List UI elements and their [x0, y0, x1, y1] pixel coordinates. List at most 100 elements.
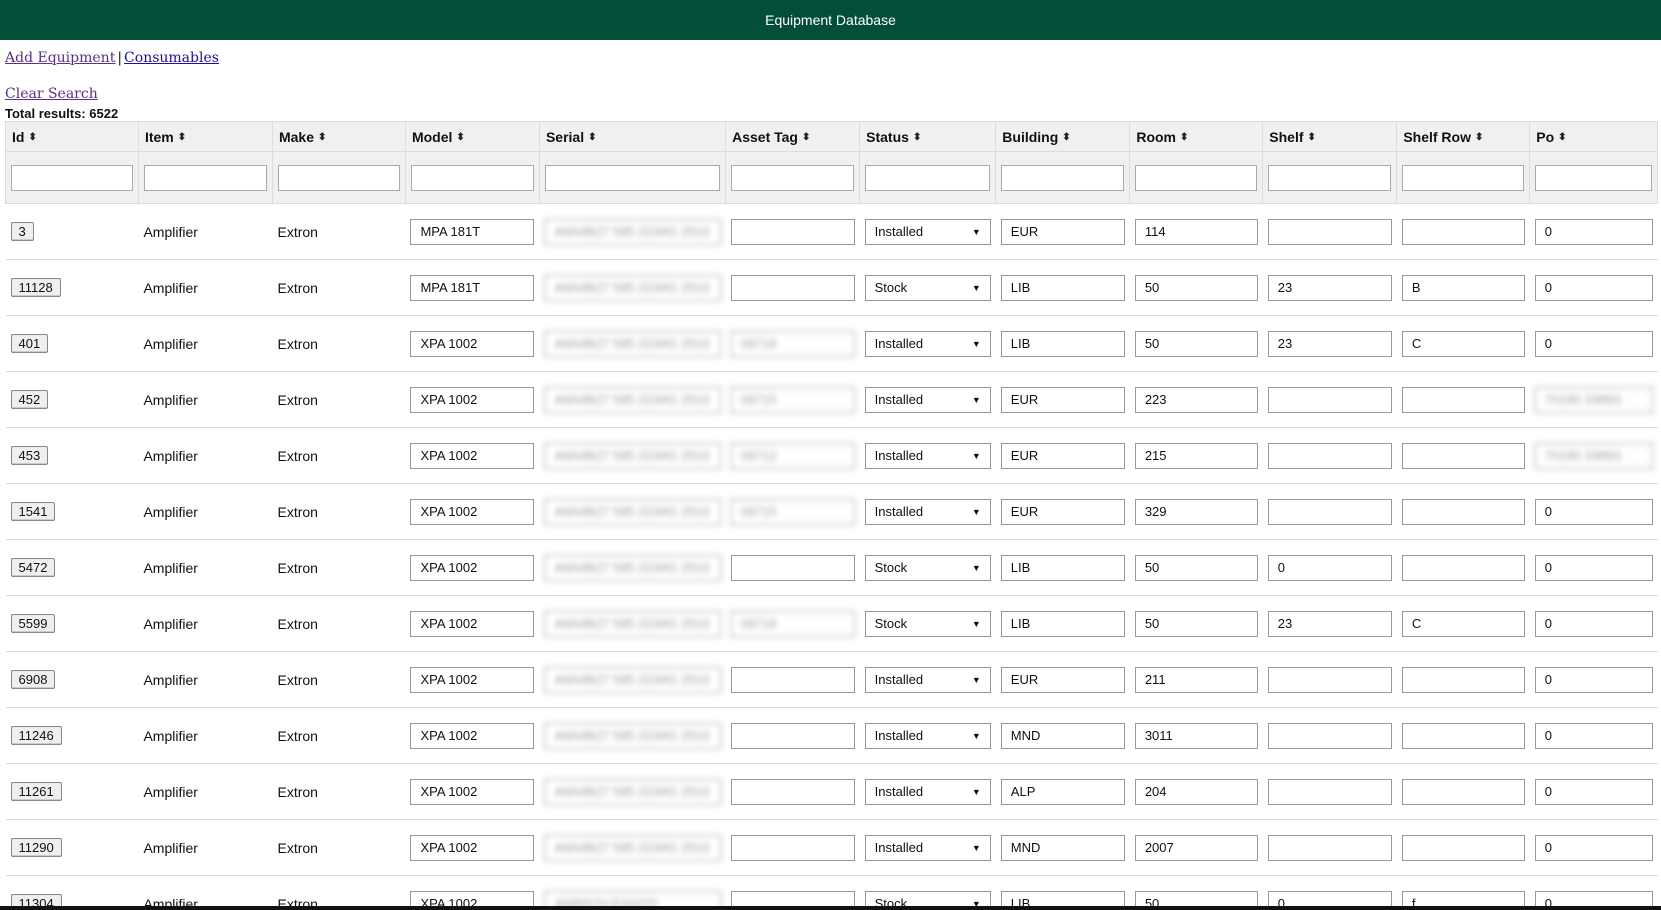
serial-input[interactable] [544, 218, 721, 245]
sort-icon[interactable]: ⬍ [588, 132, 596, 143]
asset-tag-input[interactable] [730, 554, 855, 581]
serial-input[interactable] [544, 554, 721, 581]
column-header-room[interactable]: Room ⬍ [1129, 121, 1264, 152]
filter-input-shelf-row[interactable] [1402, 164, 1525, 191]
record-id-button[interactable]: 3 [10, 222, 34, 241]
shelf-row-input[interactable] [1401, 778, 1525, 805]
asset-tag-input[interactable] [730, 274, 855, 301]
model-input[interactable] [410, 610, 535, 637]
sort-icon[interactable]: ⬍ [318, 132, 326, 143]
status-select[interactable]: Installed ▼ [864, 778, 991, 805]
sort-icon[interactable]: ⬍ [802, 132, 810, 143]
serial-input[interactable] [544, 722, 721, 749]
sort-icon[interactable]: ⬍ [456, 132, 464, 143]
asset-tag-input[interactable] [730, 442, 855, 469]
sort-icon[interactable]: ⬍ [178, 132, 186, 143]
filter-input-status[interactable] [865, 164, 991, 191]
po-input[interactable] [1534, 834, 1653, 861]
model-input[interactable] [410, 386, 535, 413]
po-input[interactable] [1534, 218, 1653, 245]
sort-icon[interactable]: ⬍ [1475, 132, 1483, 143]
po-input[interactable] [1534, 330, 1653, 357]
column-header-building[interactable]: Building ⬍ [995, 121, 1131, 152]
record-id-button[interactable]: 11261 [10, 782, 62, 801]
shelf-input[interactable] [1267, 218, 1392, 245]
room-input[interactable] [1134, 218, 1258, 245]
asset-tag-input[interactable] [730, 722, 855, 749]
status-select[interactable]: Installed ▼ [864, 330, 991, 357]
shelf-input[interactable] [1267, 442, 1392, 469]
po-input[interactable] [1534, 610, 1653, 637]
record-id-button[interactable]: 1541 [10, 502, 56, 521]
po-input[interactable] [1534, 722, 1653, 749]
column-header-shelf[interactable]: Shelf ⬍ [1262, 121, 1398, 152]
record-id-button[interactable]: 452 [10, 390, 49, 409]
record-id-button[interactable]: 6908 [10, 670, 56, 689]
shelf-input[interactable] [1267, 834, 1392, 861]
shelf-row-input[interactable] [1401, 386, 1525, 413]
column-header-model[interactable]: Model ⬍ [404, 121, 540, 152]
po-input[interactable] [1534, 778, 1653, 805]
asset-tag-input[interactable] [730, 610, 855, 637]
room-input[interactable] [1134, 554, 1258, 581]
room-input[interactable] [1134, 778, 1258, 805]
building-input[interactable] [1000, 386, 1125, 413]
room-input[interactable] [1134, 498, 1258, 525]
filter-input-make[interactable] [277, 164, 400, 191]
add-equipment-link[interactable]: Add Equipment [5, 50, 115, 66]
room-input[interactable] [1134, 666, 1258, 693]
filter-input-room[interactable] [1135, 164, 1258, 191]
po-input[interactable] [1534, 498, 1653, 525]
consumables-link[interactable]: Consumables [124, 50, 219, 66]
model-input[interactable] [410, 330, 535, 357]
building-input[interactable] [1000, 666, 1125, 693]
status-select[interactable]: Installed ▼ [864, 722, 991, 749]
po-input[interactable] [1534, 274, 1653, 301]
shelf-input[interactable] [1267, 554, 1392, 581]
shelf-input[interactable] [1267, 610, 1392, 637]
shelf-row-input[interactable] [1401, 274, 1525, 301]
asset-tag-input[interactable] [730, 218, 855, 245]
model-input[interactable] [410, 778, 535, 805]
building-input[interactable] [1000, 442, 1125, 469]
serial-input[interactable] [544, 666, 721, 693]
sort-icon[interactable]: ⬍ [1558, 132, 1566, 143]
po-input[interactable] [1534, 554, 1653, 581]
status-select[interactable]: Stock ▼ [864, 610, 991, 637]
building-input[interactable] [1000, 722, 1125, 749]
shelf-input[interactable] [1267, 778, 1392, 805]
filter-input-id[interactable] [11, 164, 133, 191]
status-select[interactable]: Stock ▼ [864, 554, 991, 581]
serial-input[interactable] [544, 330, 721, 357]
asset-tag-input[interactable] [730, 498, 855, 525]
status-select[interactable]: Installed ▼ [864, 218, 991, 245]
po-input[interactable] [1534, 442, 1653, 469]
record-id-button[interactable]: 5599 [10, 614, 56, 633]
filter-input-shelf[interactable] [1268, 164, 1392, 191]
shelf-input[interactable] [1267, 666, 1392, 693]
sort-icon[interactable]: ⬍ [1308, 132, 1316, 143]
sort-icon[interactable]: ⬍ [1180, 132, 1188, 143]
column-header-asset-tag[interactable]: Asset Tag ⬍ [725, 121, 861, 152]
asset-tag-input[interactable] [730, 330, 855, 357]
serial-input[interactable] [544, 498, 721, 525]
po-input[interactable] [1534, 666, 1653, 693]
building-input[interactable] [1000, 274, 1125, 301]
column-header-shelf-row[interactable]: Shelf Row ⬍ [1396, 121, 1531, 152]
serial-input[interactable] [544, 778, 721, 805]
shelf-input[interactable] [1267, 274, 1392, 301]
asset-tag-input[interactable] [730, 666, 855, 693]
model-input[interactable] [410, 498, 535, 525]
building-input[interactable] [1000, 498, 1125, 525]
asset-tag-input[interactable] [730, 778, 855, 805]
asset-tag-input[interactable] [730, 834, 855, 861]
status-select[interactable]: Stock ▼ [864, 274, 991, 301]
record-id-button[interactable]: 11128 [10, 278, 61, 297]
status-select[interactable]: Installed ▼ [864, 386, 991, 413]
shelf-row-input[interactable] [1401, 218, 1525, 245]
filter-input-building[interactable] [1001, 164, 1125, 191]
room-input[interactable] [1134, 386, 1258, 413]
serial-input[interactable] [544, 442, 721, 469]
shelf-row-input[interactable] [1401, 330, 1525, 357]
filter-input-serial[interactable] [544, 164, 721, 191]
